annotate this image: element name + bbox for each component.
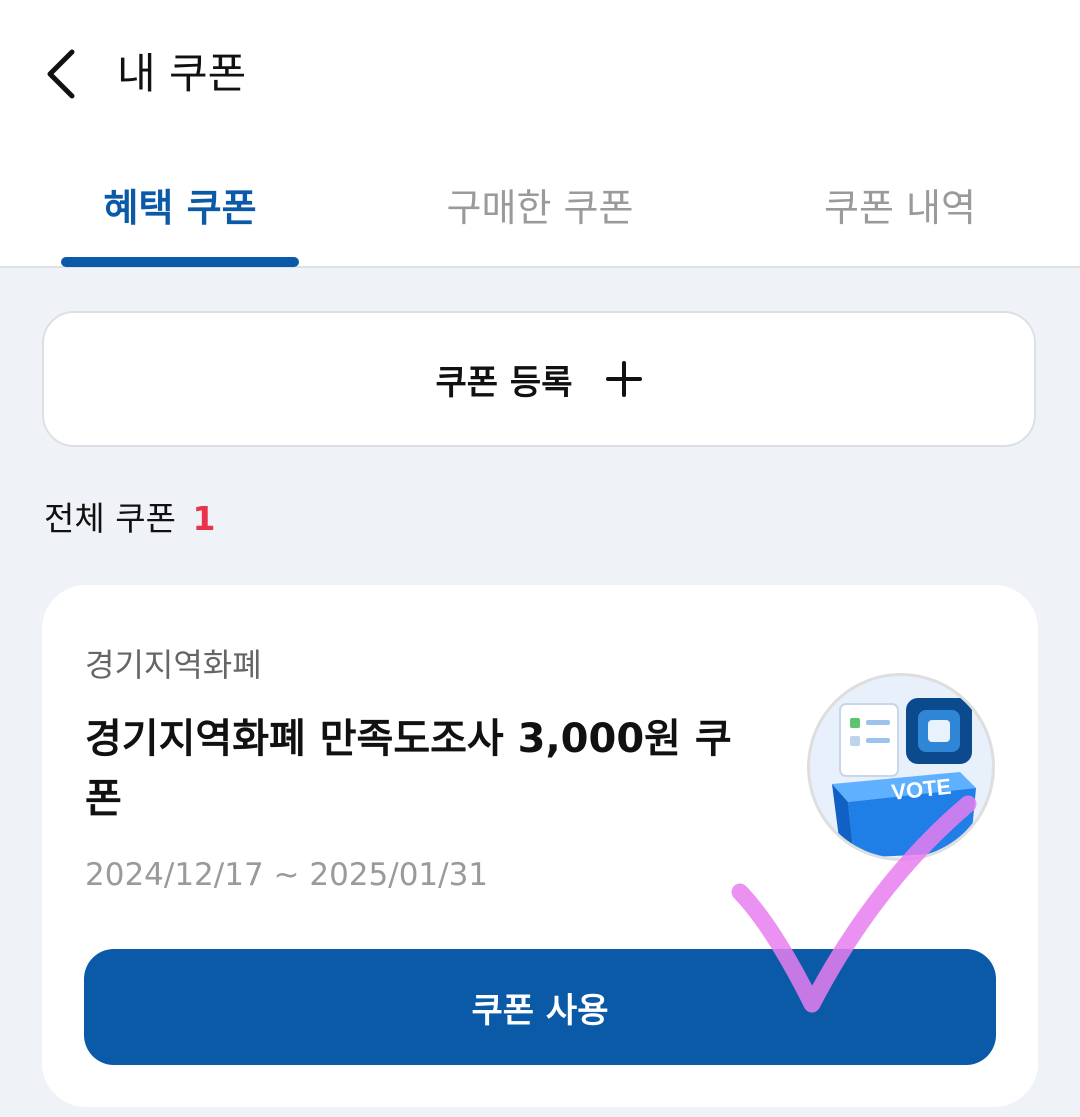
active-tab-indicator [61, 257, 299, 267]
coupon-thumbnail: VOTE [807, 673, 995, 861]
use-coupon-label: 쿠폰 사용 [471, 990, 609, 1031]
coupon-title: 경기지역화폐 만족도조사 3,000원 쿠폰 [85, 716, 732, 822]
tab-coupon-history[interactable]: 쿠폰 내역 [720, 180, 1080, 236]
coupon-count-value: 1 [192, 499, 216, 538]
coupon-count-label: 전체 쿠폰 [44, 499, 176, 538]
tab-purchased-coupons[interactable]: 구매한 쿠폰 [360, 180, 720, 236]
tab-benefit-coupons[interactable]: 혜택 쿠폰 [0, 180, 360, 236]
coupon-issuer: 경기지역화폐 [85, 646, 262, 684]
back-button[interactable] [28, 42, 92, 106]
chevron-left-icon [47, 49, 75, 99]
header-area: 내 쿠폰 혜택 쿠폰 구매한 쿠폰 쿠폰 내역 [0, 0, 1080, 268]
coupon-count: 전체 쿠폰 1 [44, 496, 215, 542]
plus-icon [606, 361, 643, 397]
vote-box-image: VOTE [832, 698, 976, 858]
register-coupon-label: 쿠폰 등록 [435, 362, 573, 403]
page-title: 내 쿠폰 [117, 49, 247, 98]
register-coupon-button[interactable]: 쿠폰 등록 [42, 311, 1036, 447]
use-coupon-button[interactable]: 쿠폰 사용 [84, 949, 996, 1065]
coupon-validity-period: 2024/12/17 ~ 2025/01/31 [85, 857, 489, 893]
coupon-card: 경기지역화폐 경기지역화폐 만족도조사 3,000원 쿠폰 2024/12/17… [42, 585, 1038, 1107]
